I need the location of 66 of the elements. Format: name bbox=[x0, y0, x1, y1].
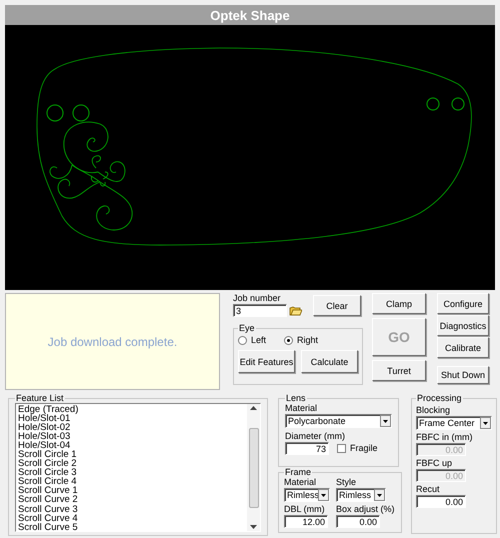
group-label: Frame bbox=[284, 467, 312, 477]
lens-material-dropdown[interactable]: Polycarbonate bbox=[285, 414, 392, 428]
folder-icon[interactable] bbox=[289, 304, 302, 316]
feature-item[interactable]: Scroll Circle 2 bbox=[18, 459, 245, 468]
radio-label: Right bbox=[297, 335, 318, 346]
clear-button[interactable]: Clear bbox=[313, 295, 361, 316]
feature-item[interactable]: Hole/Slot-04 bbox=[18, 441, 245, 450]
system-button[interactable]: Configure bbox=[437, 293, 489, 314]
machine-button[interactable]: Turret bbox=[372, 360, 426, 381]
machine-button[interactable]: Clamp bbox=[372, 293, 426, 314]
field-label: Style bbox=[336, 477, 358, 488]
frame-material-dropdown[interactable]: Rimless bbox=[284, 488, 330, 502]
feature-item[interactable]: Scroll Curve 4 bbox=[18, 514, 245, 523]
group-label: Eye bbox=[238, 323, 256, 333]
system-button[interactable]: Calibrate bbox=[437, 337, 489, 358]
feature-item[interactable]: Hole/Slot-02 bbox=[18, 423, 245, 432]
feature-item[interactable]: Scroll Circle 4 bbox=[18, 477, 245, 486]
frame-style-dropdown[interactable]: Rimless bbox=[336, 488, 386, 502]
checkbox-label: Fragile bbox=[350, 443, 378, 454]
status-message: Job download complete. bbox=[48, 334, 178, 348]
job-number-label: Job number bbox=[233, 293, 282, 304]
calculate-button[interactable]: Calculate bbox=[301, 350, 358, 373]
field-label: FBFC in (mm) bbox=[416, 432, 474, 443]
drill-hole bbox=[72, 104, 90, 122]
scrollbar[interactable] bbox=[247, 404, 260, 531]
feature-item[interactable]: Hole/Slot-03 bbox=[18, 432, 245, 442]
scroll-down-icon[interactable] bbox=[250, 525, 257, 529]
window-title: Optek Shape bbox=[5, 5, 495, 25]
feature-item[interactable]: Hole/Slot-01 bbox=[18, 414, 245, 424]
field-label: DBL (mm) bbox=[284, 504, 326, 515]
box-adjust-field[interactable]: 0.00 bbox=[336, 515, 380, 528]
radio-icon[interactable] bbox=[284, 336, 294, 345]
radio-label: Left bbox=[251, 335, 266, 346]
feature-item[interactable]: Scroll Curve 5 bbox=[18, 522, 245, 532]
diameter-field[interactable]: 73 bbox=[285, 442, 329, 455]
field-label: FBFC up bbox=[416, 458, 454, 469]
field-label: Blocking bbox=[416, 405, 452, 416]
eye-radio[interactable]: Right bbox=[284, 335, 318, 346]
edit-features-button[interactable]: Edit Features bbox=[238, 350, 295, 373]
field-label: Diameter (mm) bbox=[285, 431, 346, 442]
eye-radio[interactable]: Left bbox=[238, 335, 266, 346]
group-label: Feature List bbox=[15, 393, 65, 403]
fragile-checkbox[interactable] bbox=[337, 444, 346, 453]
system-button[interactable]: Diagnostics bbox=[437, 315, 489, 336]
scroll-up-icon[interactable] bbox=[250, 406, 257, 410]
field-label: Box adjust (%) bbox=[336, 504, 396, 515]
feature-item[interactable]: Scroll Curve 2 bbox=[18, 495, 245, 505]
drill-hole bbox=[46, 104, 64, 122]
group-label: Lens bbox=[285, 393, 307, 403]
field-label: Recut bbox=[416, 484, 441, 495]
feature-item[interactable]: Scroll Curve 1 bbox=[18, 486, 245, 496]
field-label: Material bbox=[284, 477, 318, 488]
radio-icon[interactable] bbox=[238, 336, 247, 345]
feature-item[interactable]: Edge (Traced) bbox=[18, 405, 245, 414]
group-label: Processing bbox=[416, 393, 463, 403]
drill-hole bbox=[426, 98, 440, 110]
blocking-dropdown[interactable]: Frame Center bbox=[416, 416, 492, 430]
feature-item[interactable]: Scroll Circle 1 bbox=[18, 450, 245, 460]
job-number-field[interactable]: 3 bbox=[233, 304, 287, 317]
feature-item[interactable]: Scroll Circle 3 bbox=[18, 468, 245, 478]
drill-hole bbox=[452, 98, 464, 110]
field-label: Material bbox=[285, 403, 318, 414]
dbl-field[interactable]: 12.00 bbox=[284, 515, 328, 528]
processing-field[interactable]: 0.00 bbox=[416, 495, 466, 508]
feature-item[interactable]: Scroll Curve 3 bbox=[18, 504, 245, 514]
system-button[interactable]: Shut Down bbox=[437, 366, 489, 384]
